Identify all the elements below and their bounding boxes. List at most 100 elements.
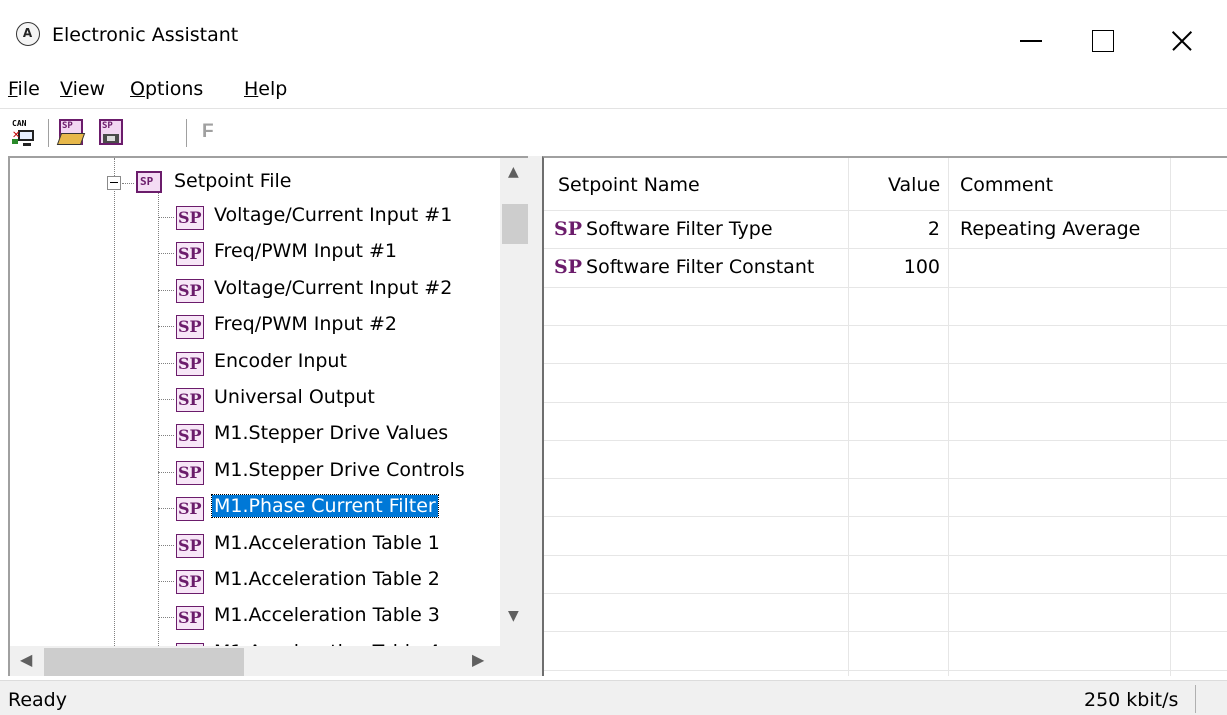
- scroll-right-icon[interactable]: ▶: [472, 650, 484, 669]
- tree-vertical-scrollbar[interactable]: ▲ ▼: [500, 158, 528, 646]
- grid-row-line: [544, 631, 1227, 633]
- grid-row-line: [544, 478, 1227, 480]
- menu-help-accel: H: [244, 78, 259, 100]
- setpoint-icon-label: SP: [178, 317, 202, 337]
- maximize-button[interactable]: [1072, 10, 1134, 64]
- setpoint-icon-label: SP: [178, 244, 202, 264]
- status-divider: [1195, 685, 1196, 713]
- grid-row-line: [544, 593, 1227, 594]
- setpoint-icon-label: SP: [178, 608, 202, 628]
- minimize-button[interactable]: [1000, 10, 1062, 64]
- setpoint-icon: SP: [176, 278, 204, 303]
- tree-item[interactable]: SPM1.Acceleration Table 4: [158, 637, 498, 646]
- setpoint-icon: SP: [176, 206, 204, 230]
- tree-guide-line: [158, 289, 174, 291]
- pane-splitter[interactable]: [528, 156, 542, 676]
- flash-button[interactable]: F: [202, 121, 214, 143]
- tree-guide-line: [158, 326, 174, 328]
- tree-item-label: Encoder Input: [214, 349, 347, 372]
- tree-guide-line: [158, 362, 174, 364]
- scrollbar-corner: [500, 646, 528, 676]
- tree-guide-line: [158, 217, 174, 218]
- toolbar-separator: [186, 119, 187, 147]
- grid-column-line: [948, 158, 949, 676]
- title-bar: Electronic Assistant: [0, 0, 1227, 64]
- column-header-name[interactable]: Setpoint Name: [558, 174, 700, 222]
- tree-item-label: M1.Phase Current Filter: [211, 494, 439, 519]
- grid-row-line: [544, 516, 1227, 518]
- menu-view[interactable]: View: [60, 78, 105, 100]
- tree-item[interactable]: SP Encoder Input: [158, 346, 498, 380]
- setpoint-icon: SP: [176, 570, 204, 594]
- setpoint-icon-label: SP: [178, 280, 202, 300]
- tree-item-label: M1.Stepper Drive Values: [214, 422, 449, 445]
- value-cell[interactable]: 2: [848, 218, 940, 240]
- tree-item[interactable]: SP M1.Stepper Drive Controls: [158, 455, 498, 489]
- setpoint-name-cell: SP Software Filter Type: [554, 218, 773, 240]
- setpoint-tree-pane: SP Setpoint File SP Voltage/Current Input…: [8, 156, 528, 676]
- tree-item[interactable]: SP M1.Acceleration Table 2: [158, 564, 498, 598]
- tree-guide-line: [158, 544, 174, 546]
- tree-item[interactable]: SP M1.Phase Current Filter: [158, 491, 498, 525]
- scroll-thumb[interactable]: [502, 204, 528, 244]
- tree-horizontal-scrollbar[interactable]: ◀ ▶: [10, 646, 500, 676]
- setpoint-icon: SP: [176, 460, 204, 485]
- scroll-left-icon[interactable]: ◀: [20, 650, 32, 669]
- open-folder-icon: SP: [56, 119, 86, 145]
- tree-guide-line: [158, 471, 174, 473]
- setpoint-icon: SP: [176, 606, 204, 631]
- setpoint-icon-label: SP: [178, 535, 202, 555]
- disk-shape: [103, 134, 119, 143]
- grid-row-line: [544, 554, 1227, 556]
- menu-help[interactable]: Help: [244, 78, 287, 100]
- scroll-thumb[interactable]: [44, 648, 244, 676]
- save-setpoint-file-button[interactable]: SP: [96, 117, 126, 147]
- tree-item-label: M1.Acceleration Table 3: [214, 604, 440, 627]
- grid-row-line: [544, 439, 1227, 441]
- grid-row-line: [544, 669, 1227, 671]
- setpoint-file-icon-label: SP: [140, 175, 154, 188]
- grid-row-line: [544, 324, 1227, 326]
- open-setpoint-file-button[interactable]: SP: [56, 117, 86, 147]
- column-header-comment[interactable]: Comment: [960, 174, 1053, 222]
- setpoint-name: Software Filter Type: [586, 218, 773, 240]
- setpoint-icon-label: SP: [178, 426, 202, 446]
- setpoint-icon: SP: [176, 242, 204, 267]
- tree-item-label: Universal Output: [214, 386, 375, 408]
- menu-file[interactable]: File: [8, 78, 40, 100]
- tree-item[interactable]: SP Freq/PWM Input #2: [158, 309, 498, 343]
- tree-item[interactable]: SP M1.Acceleration Table 1: [158, 528, 498, 562]
- tree-item[interactable]: SP M1.Acceleration Table 3: [158, 600, 498, 634]
- menu-options-accel: O: [130, 78, 145, 100]
- can-network-icon: CAN ✕: [12, 119, 36, 146]
- save-disk-icon: SP: [99, 119, 123, 145]
- column-header-value[interactable]: Value: [888, 174, 940, 222]
- setpoint-icon-label: SP: [178, 208, 202, 227]
- tree-item[interactable]: SP Voltage/Current Input #2: [158, 273, 498, 307]
- save-icon-label: SP: [102, 121, 113, 131]
- setpoint-icon-label: SP: [178, 353, 202, 373]
- tree-guide-line: [114, 158, 115, 646]
- can-connect-button[interactable]: CAN ✕: [8, 117, 38, 147]
- menu-options[interactable]: Options: [130, 78, 203, 100]
- setpoint-name-cell: SP Software Filter Constant: [554, 256, 814, 278]
- tree-item[interactable]: SP M1.Stepper Drive Values: [158, 418, 498, 452]
- setpoint-icon-label: SP: [178, 499, 202, 519]
- tree-item-label: Freq/PWM Input #2: [214, 313, 398, 336]
- tree-item[interactable]: SP Universal Output: [158, 382, 498, 416]
- scroll-up-icon[interactable]: ▲: [508, 164, 519, 180]
- app-icon: [16, 22, 40, 46]
- tree-item[interactable]: SP Voltage/Current Input #1: [158, 200, 498, 234]
- tree-item[interactable]: SP Freq/PWM Input #1: [158, 236, 498, 270]
- scroll-down-icon[interactable]: ▼: [508, 608, 519, 624]
- menu-view-label: iew: [72, 78, 106, 100]
- menu-help-label: elp: [258, 78, 288, 100]
- setpoint-icon: SP: [176, 351, 204, 376]
- collapse-icon[interactable]: [107, 176, 121, 190]
- window-title: Electronic Assistant: [52, 24, 239, 46]
- tree-guide-line: [158, 508, 174, 510]
- close-button[interactable]: [1150, 10, 1212, 64]
- value-cell[interactable]: 100: [848, 256, 940, 278]
- tree-root-setpoint-file[interactable]: Setpoint File: [174, 170, 292, 192]
- can-screen-shape: [18, 130, 34, 146]
